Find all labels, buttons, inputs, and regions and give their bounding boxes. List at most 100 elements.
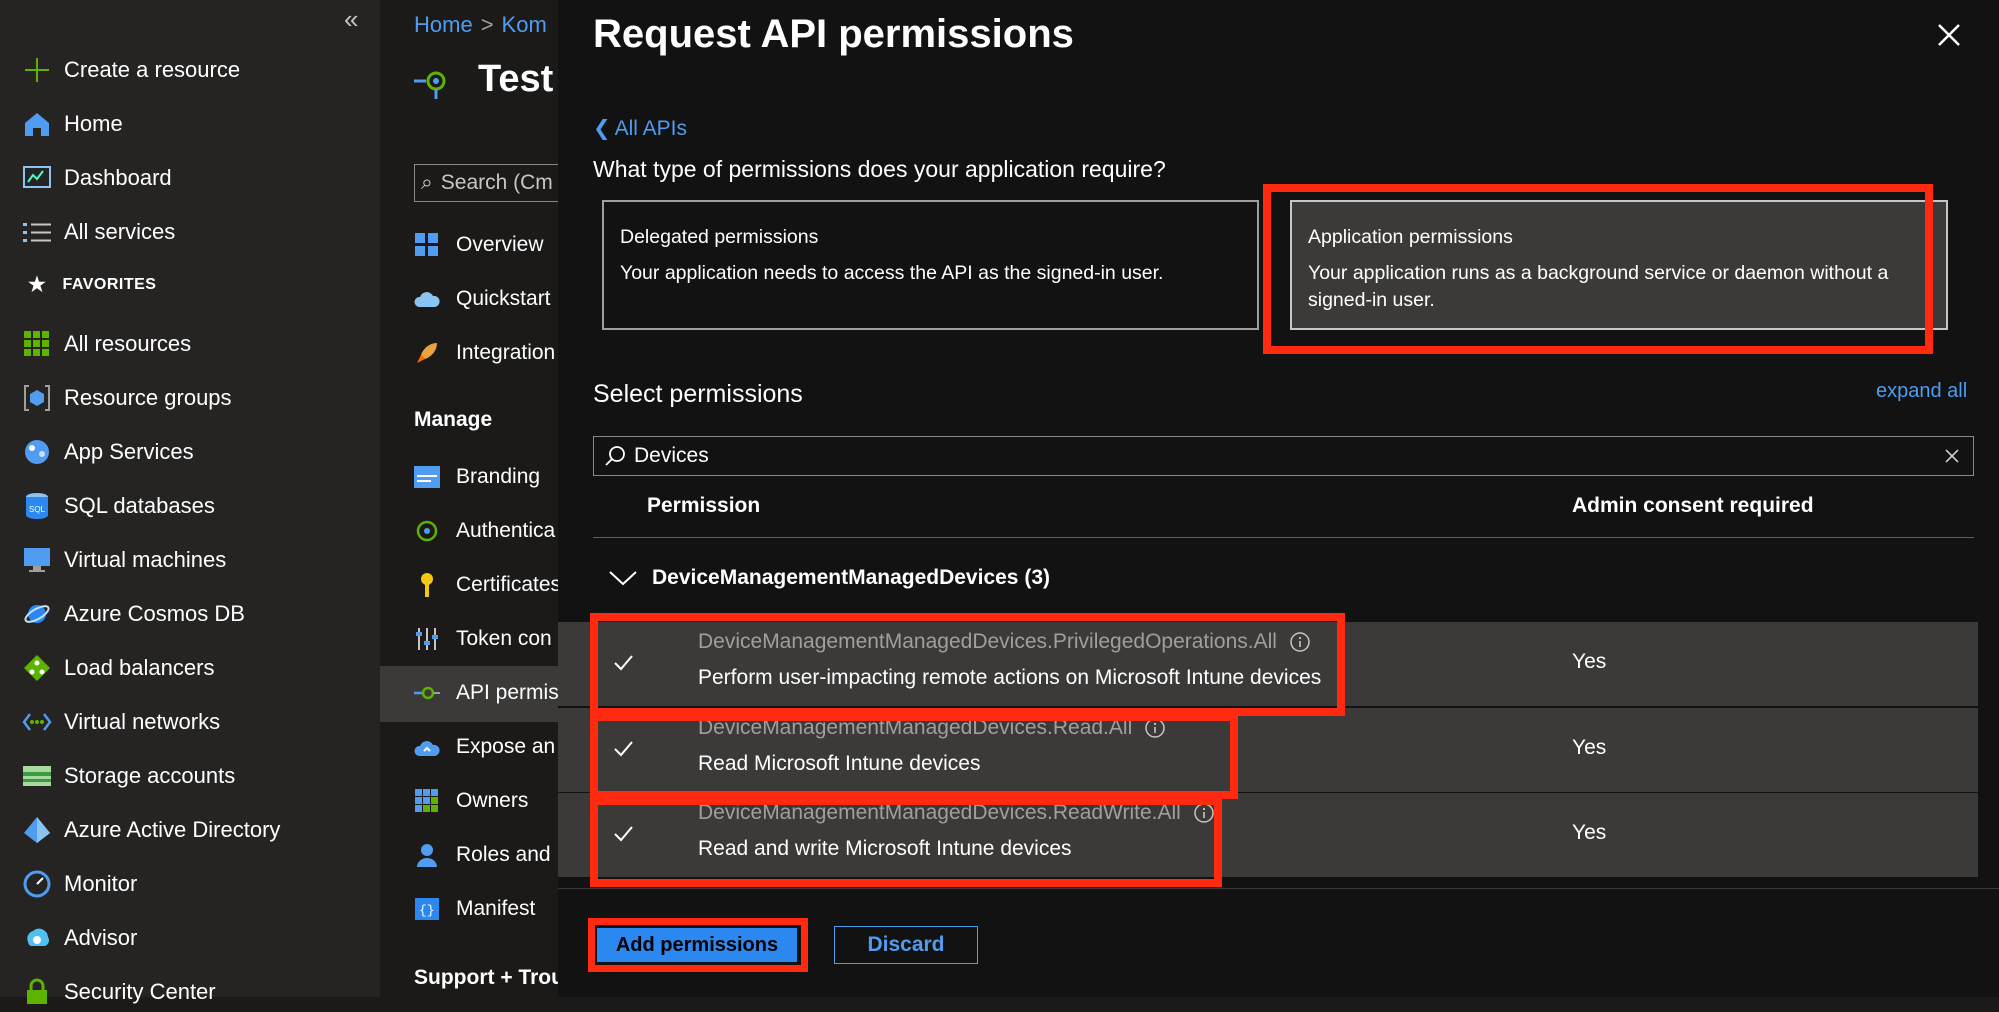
plus-icon [22, 55, 52, 85]
nav-monitor[interactable]: Monitor [22, 864, 137, 904]
monitor-gauge-icon [22, 869, 52, 899]
nav-load-balancers[interactable]: Load balancers [22, 648, 214, 688]
manage-heading: Manage [414, 408, 493, 431]
highlight-box [588, 918, 808, 972]
sliders-icon [414, 626, 440, 652]
column-header-permission: Permission [647, 494, 761, 517]
nav-storage-accounts[interactable]: Storage accounts [22, 756, 235, 796]
nav-advisor[interactable]: Advisor [22, 918, 137, 958]
nav-cosmos-db[interactable]: Azure Cosmos DB [22, 594, 245, 634]
nav-security-center[interactable]: Security Center [22, 972, 216, 1012]
resource-group-icon [22, 383, 52, 413]
blade-item-integration[interactable]: Integration [414, 334, 555, 372]
nav-label: Load balancers [64, 655, 215, 680]
nav-dashboard[interactable]: Dashboard [22, 158, 172, 198]
request-api-permissions-panel: Request API permissions ❮ All APIs What t… [558, 0, 1999, 997]
admin-consent-value: Yes [1572, 821, 1607, 844]
blade-item-authentication[interactable]: Authentica [414, 512, 555, 550]
grid-icon [22, 329, 52, 359]
advisor-icon [22, 923, 52, 953]
nav-sql-databases[interactable]: SQL SQL databases [22, 486, 215, 526]
blade-item-manifest[interactable]: {} Manifest [414, 890, 535, 928]
app-registration-icon [414, 71, 446, 99]
lock-icon [22, 977, 52, 1007]
nav-resource-groups[interactable]: Resource groups [22, 378, 232, 418]
nav-label: Storage accounts [64, 763, 236, 788]
nav-virtual-networks[interactable]: Virtual networks [22, 702, 220, 742]
blade-item-quickstart[interactable]: Quickstart [414, 280, 551, 318]
blade-item-token-configuration[interactable]: Token con [414, 620, 552, 658]
nav-all-resources[interactable]: All resources [22, 324, 191, 364]
favorites-heading: ★ FAVORITES [28, 274, 157, 296]
nav-virtual-machines[interactable]: Virtual machines [22, 540, 226, 580]
blade-item-overview[interactable]: Overview [414, 226, 544, 264]
nav-create-resource[interactable]: Create a resource [22, 50, 240, 90]
left-navigation: « Create a resource Home Dashboard All s… [0, 0, 380, 1004]
load-balancer-icon [22, 653, 52, 683]
nav-label: Security Center [64, 979, 216, 1004]
page-title: Test [414, 58, 553, 101]
expand-all-link[interactable]: expand all [1876, 380, 1967, 403]
clear-search-icon[interactable] [1943, 447, 1961, 465]
nav-home[interactable]: Home [22, 104, 123, 144]
blade-item-api-permissions[interactable]: API permis [414, 674, 559, 712]
collapse-nav-icon[interactable]: « [344, 4, 358, 35]
star-icon: ★ [28, 274, 47, 296]
sql-database-icon: SQL [22, 491, 52, 521]
permission-search-input[interactable]: Devices [593, 436, 1974, 476]
branding-icon [414, 464, 440, 490]
delegated-permissions-option[interactable]: Delegated permissions Your application n… [602, 200, 1259, 330]
breadcrumb-home[interactable]: Home [414, 12, 473, 37]
nav-label: Resource groups [64, 385, 232, 410]
nav-label: All services [64, 219, 176, 244]
blade-item-certificates[interactable]: Certificates [414, 566, 560, 604]
admin-consent-value: Yes [1572, 650, 1607, 673]
close-icon[interactable] [1932, 18, 1966, 52]
blade-item-roles[interactable]: Roles and [414, 836, 551, 874]
nav-label: Dashboard [64, 165, 172, 190]
nav-azure-active-directory[interactable]: Azure Active Directory [22, 810, 280, 850]
user-icon [414, 842, 440, 868]
cloud-expose-icon [414, 734, 440, 760]
app-services-icon [22, 437, 52, 467]
breadcrumb-separator: > [480, 12, 494, 37]
blade-item-owners[interactable]: Owners [414, 782, 528, 820]
discard-button[interactable]: Discard [834, 926, 978, 964]
admin-consent-value: Yes [1572, 736, 1607, 759]
nav-label: Virtual networks [64, 709, 221, 734]
blade-item-branding[interactable]: Branding [414, 458, 540, 496]
nav-label: Monitor [64, 871, 138, 896]
blade-search-input[interactable]: ⌕ Search (Cm [414, 164, 560, 202]
nav-label: Azure Active Directory [64, 817, 281, 842]
support-heading: Support + Trou [414, 966, 560, 989]
dashboard-icon [22, 163, 52, 193]
nav-label: All resources [64, 331, 192, 356]
search-icon: ⌕ [421, 171, 433, 194]
breadcrumb-next[interactable]: Kom [502, 12, 547, 37]
active-directory-icon [22, 815, 52, 845]
highlight-box [590, 713, 1238, 799]
all-apis-link[interactable]: ❮ All APIs [593, 116, 687, 141]
nav-label: Create a resource [64, 57, 241, 82]
cosmos-db-icon [22, 599, 52, 629]
chevron-down-icon [609, 571, 637, 586]
overview-icon [414, 232, 440, 258]
column-header-admin-consent: Admin consent required [1572, 494, 1814, 517]
option-title: Delegated permissions [620, 226, 819, 248]
panel-title: Request API permissions [593, 12, 1074, 56]
rocket-icon [414, 340, 440, 366]
select-permissions-heading: Select permissions [593, 380, 803, 408]
highlight-box [1263, 184, 1933, 354]
nav-label: Home [64, 111, 123, 136]
footer-divider [558, 888, 1999, 889]
key-icon [414, 572, 440, 598]
nav-label: Virtual machines [64, 547, 227, 572]
blade-item-expose-api[interactable]: Expose an [414, 728, 555, 766]
chevron-left-icon: ❮ [593, 117, 611, 140]
header-divider [593, 537, 1974, 538]
permission-group-toggle[interactable]: DeviceManagementManagedDevices (3) [608, 566, 1050, 590]
option-description: Your application needs to access the API… [620, 262, 1164, 284]
nav-all-services[interactable]: All services [22, 212, 175, 252]
nav-app-services[interactable]: App Services [22, 432, 194, 472]
api-permissions-icon [414, 680, 440, 706]
